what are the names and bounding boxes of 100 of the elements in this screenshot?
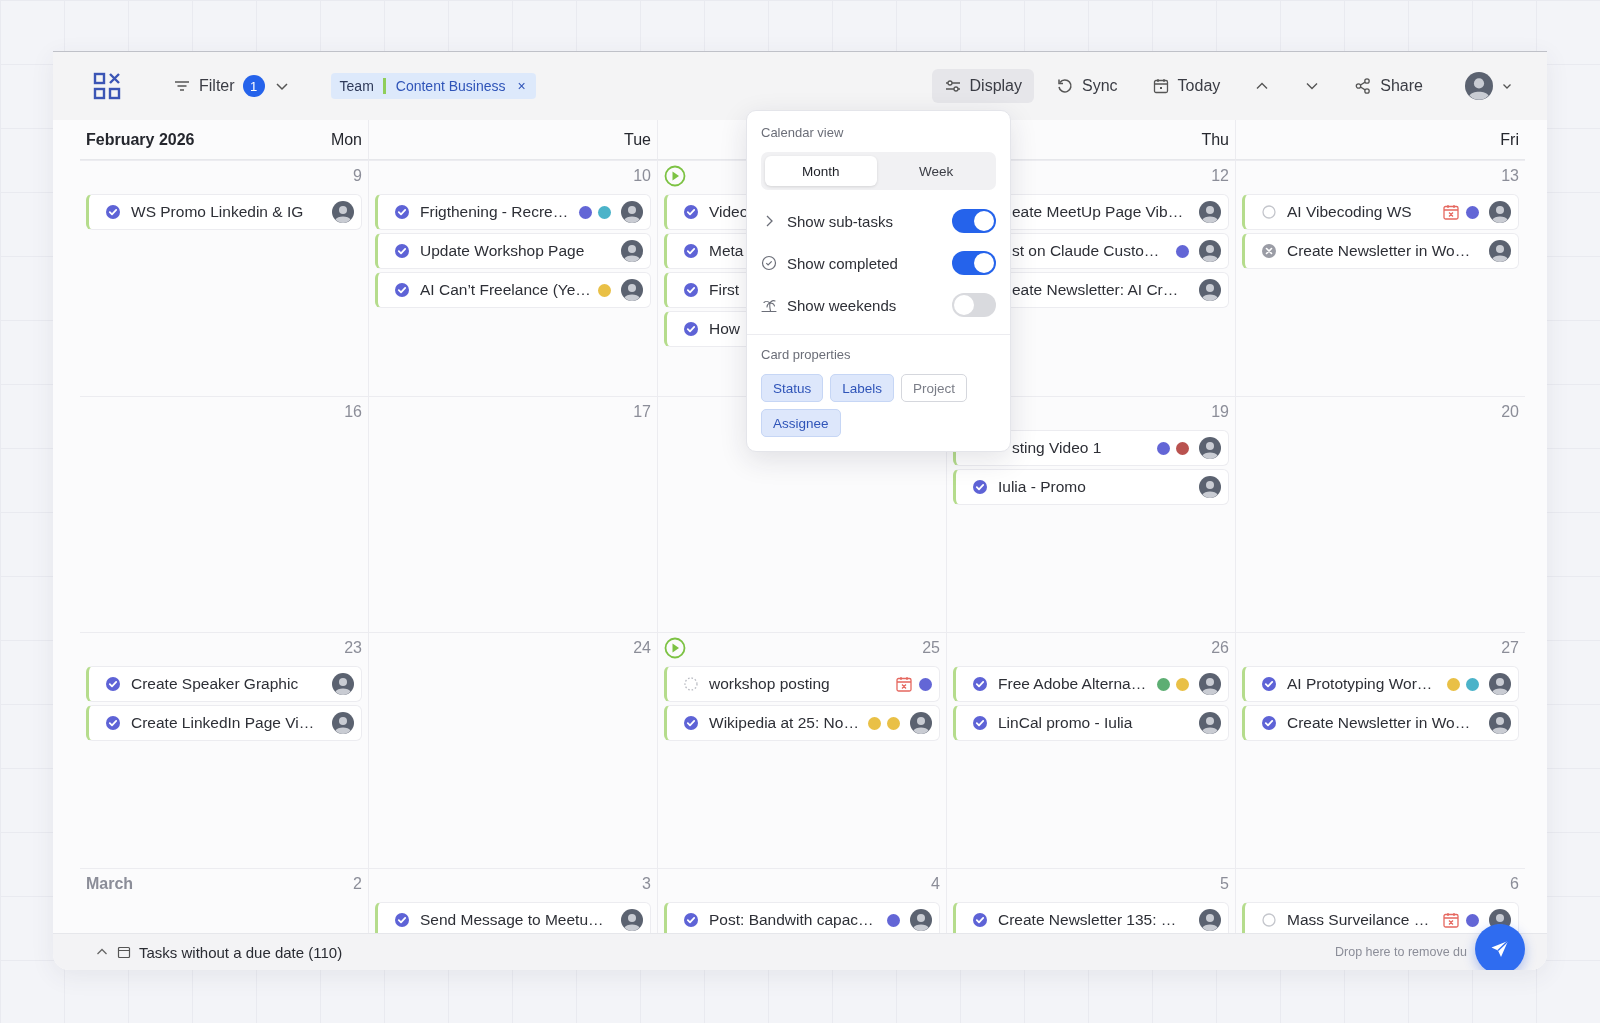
task-card[interactable]: Create Newsletter in Wo… xyxy=(1242,705,1519,741)
day-number: 17 xyxy=(633,403,651,421)
property-tag[interactable]: Assignee xyxy=(761,409,841,437)
view-tab[interactable]: Week xyxy=(880,156,992,186)
app-logo-icon[interactable] xyxy=(93,72,121,100)
no-due-date-label[interactable]: Tasks without a due date (110) xyxy=(139,943,343,961)
month-label: March xyxy=(86,875,134,893)
task-card[interactable]: LinCal promo - Iulia xyxy=(953,705,1229,741)
day-number: 13 xyxy=(1501,167,1519,185)
task-card[interactable]: Wikipedia at 25: No… xyxy=(664,705,940,741)
check-circle-outline-icon xyxy=(761,255,777,271)
task-card[interactable]: AI Can’t Freelance (Ye… xyxy=(375,272,651,308)
check-circle-icon[interactable] xyxy=(683,204,699,220)
task-card[interactable]: Create Newsletter 135: … xyxy=(953,902,1229,933)
check-circle-icon[interactable] xyxy=(972,479,988,495)
task-title: st on Claude Custo… xyxy=(1012,242,1161,260)
filter-button[interactable]: Filter 1 xyxy=(161,67,303,105)
check-circle-icon[interactable] xyxy=(972,912,988,928)
check-circle-icon[interactable] xyxy=(394,282,410,298)
task-card[interactable]: Free Adobe Alterna… xyxy=(953,666,1229,702)
dotted-circle-icon[interactable] xyxy=(683,676,699,692)
chip-remove[interactable]: × xyxy=(511,78,536,94)
task-card[interactable]: Post: Bandwith capac… xyxy=(664,902,940,933)
day-number: 6 xyxy=(1510,875,1519,893)
task-title: WS Promo Linkedin & IG xyxy=(131,203,305,221)
x-circle-icon[interactable] xyxy=(1261,243,1277,259)
day-number: 5 xyxy=(1220,875,1229,893)
check-circle-icon[interactable] xyxy=(394,912,410,928)
day-number: 26 xyxy=(1211,639,1229,657)
task-title: Free Adobe Alterna… xyxy=(998,675,1148,693)
task-title: Create LinkedIn Page Vi… xyxy=(131,714,316,732)
day-number: 9 xyxy=(353,167,362,185)
task-title: eate Newsletter: AI Cr… xyxy=(1012,281,1180,299)
option-label: Show weekends xyxy=(787,296,897,314)
check-circle-icon[interactable] xyxy=(105,715,121,731)
task-title: Send Message to Meetu… xyxy=(420,911,605,929)
task-card[interactable]: Frigthening - Recre… xyxy=(375,194,651,230)
task-card[interactable]: Iulia - Promo xyxy=(953,469,1229,505)
today-button[interactable]: Today xyxy=(1139,69,1233,103)
chip-value: Content Business xyxy=(394,78,507,94)
property-tag[interactable]: Labels xyxy=(830,374,895,402)
task-card[interactable]: Mass Surveilance … xyxy=(1242,902,1519,933)
section-heading: Calendar view xyxy=(761,125,845,140)
check-circle-icon[interactable] xyxy=(394,204,410,220)
task-title: Frigthening - Recre… xyxy=(420,203,570,221)
task-card[interactable]: Create Newsletter in Wo… xyxy=(1242,233,1519,269)
task-card[interactable]: WS Promo Linkedin & IG xyxy=(86,194,362,230)
task-card[interactable]: Create Speaker Graphic xyxy=(86,666,362,702)
check-circle-icon[interactable] xyxy=(105,676,121,692)
day-number: 23 xyxy=(344,639,362,657)
view-tab[interactable]: Month xyxy=(765,156,877,186)
task-title: AI Can’t Freelance (Ye… xyxy=(420,281,592,299)
property-tag[interactable]: Project xyxy=(901,374,968,402)
task-title: Meta xyxy=(709,242,745,260)
day-number: 3 xyxy=(642,875,651,893)
check-circle-icon[interactable] xyxy=(683,715,699,731)
task-title: How xyxy=(709,320,741,338)
check-circle-icon[interactable] xyxy=(972,676,988,692)
toggle-switch[interactable] xyxy=(952,209,996,233)
task-card[interactable]: Create LinkedIn Page Vi… xyxy=(86,705,362,741)
task-title: Post: Bandwith capac… xyxy=(709,911,875,929)
chip-group-label: Team xyxy=(330,78,386,94)
check-circle-icon[interactable] xyxy=(683,243,699,259)
avatar-icon xyxy=(1465,72,1493,100)
display-button[interactable]: Display xyxy=(931,69,1034,103)
section-heading: Card properties xyxy=(761,347,852,362)
calendar-icon xyxy=(117,945,131,959)
filter-chip[interactable]: Team Content Business × xyxy=(330,73,536,99)
toggle-switch[interactable] xyxy=(952,251,996,275)
weekday-label: Thu xyxy=(1201,130,1229,149)
task-title: Wikipedia at 25: No… xyxy=(709,714,860,732)
task-card[interactable]: workshop posting xyxy=(664,666,940,702)
check-circle-icon[interactable] xyxy=(1261,715,1277,731)
check-circle-icon[interactable] xyxy=(972,715,988,731)
check-circle-icon[interactable] xyxy=(683,321,699,337)
weekday-label: Mon xyxy=(330,130,362,149)
weekday-label: Fri xyxy=(1500,130,1519,149)
check-circle-icon[interactable] xyxy=(105,204,121,220)
sync-button[interactable]: Sync xyxy=(1044,69,1130,103)
task-card[interactable]: Update Workshop Page xyxy=(375,233,651,269)
task-card[interactable]: Send Message to Meetu… xyxy=(375,902,651,933)
toggle-switch[interactable] xyxy=(952,293,996,317)
day-number: 12 xyxy=(1211,167,1229,185)
share-button[interactable]: Share xyxy=(1342,69,1435,103)
palm-tree-icon xyxy=(761,297,777,313)
day-number: 2 xyxy=(353,875,362,893)
check-circle-icon[interactable] xyxy=(683,282,699,298)
task-title: Create Newsletter in Wo… xyxy=(1287,714,1472,732)
day-number: 10 xyxy=(633,167,651,185)
task-card[interactable]: AI Vibecoding WS xyxy=(1242,194,1519,230)
day-number: 27 xyxy=(1501,639,1519,657)
task-card[interactable]: AI Prototyping Wor… xyxy=(1242,666,1519,702)
day-number: 19 xyxy=(1211,403,1229,421)
day-number: 24 xyxy=(633,639,651,657)
weekday-label: Tue xyxy=(624,130,651,149)
check-circle-icon[interactable] xyxy=(1261,676,1277,692)
check-circle-icon[interactable] xyxy=(683,912,699,928)
task-title: Create Newsletter 135: … xyxy=(998,911,1178,929)
property-tag[interactable]: Status xyxy=(761,374,824,402)
check-circle-icon[interactable] xyxy=(394,243,410,259)
